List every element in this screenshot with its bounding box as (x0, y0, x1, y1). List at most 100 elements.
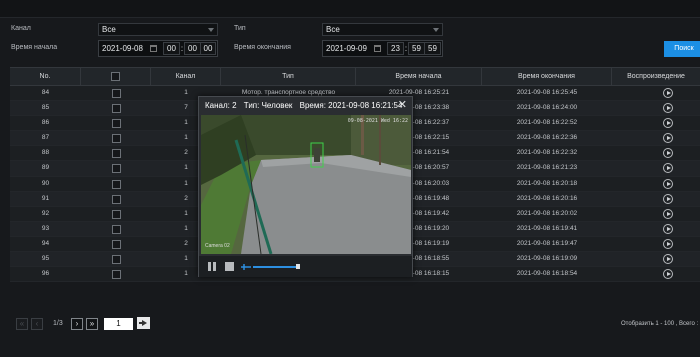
row-end-time: 2021-09-08 16:21:23 (516, 164, 578, 172)
start-datetime-field[interactable]: 2021-09-08 00 : 00 : 00 (98, 40, 218, 57)
row-number: 87 (41, 134, 50, 142)
search-button[interactable]: Поиск (664, 41, 700, 57)
pause-icon[interactable] (208, 262, 216, 271)
popup-type: Тип: Человек (243, 101, 293, 110)
header-playback: Воспроизведение (627, 73, 685, 80)
chevron-down-icon (433, 28, 439, 32)
next-page-button[interactable]: › (71, 318, 83, 330)
first-page-button[interactable]: « (16, 318, 28, 330)
play-icon[interactable] (663, 223, 673, 234)
stop-icon[interactable] (225, 262, 234, 271)
row-checkbox[interactable] (112, 239, 121, 249)
row-checkbox[interactable] (112, 179, 121, 189)
chevron-down-icon (208, 28, 214, 32)
play-icon[interactable] (663, 178, 673, 189)
play-icon[interactable] (663, 163, 673, 174)
row-checkbox[interactable] (112, 119, 121, 129)
row-number: 85 (41, 104, 50, 112)
type-select[interactable]: Все (322, 23, 443, 36)
popup-time: Время: 2021-09-08 16:21:54 (299, 101, 403, 110)
row-checkbox[interactable] (112, 164, 121, 174)
play-icon[interactable] (663, 148, 673, 159)
volume-slider[interactable] (253, 266, 297, 268)
row-end-time: 2021-09-08 16:19:09 (516, 255, 578, 263)
start-hour-field[interactable]: 00 (163, 42, 180, 55)
channel-select-value: Все (102, 25, 116, 34)
row-end-time: 2021-09-08 16:20:02 (516, 209, 578, 217)
go-to-page-button[interactable] (137, 317, 150, 329)
type-label: Тип (234, 25, 246, 32)
end-datetime-field[interactable]: 2021-09-09 23 : 59 : 59 (322, 40, 443, 57)
row-number: 86 (41, 119, 50, 127)
play-icon[interactable] (663, 193, 673, 204)
row-number: 92 (41, 209, 50, 217)
video-frame (201, 115, 411, 254)
row-checkbox[interactable] (112, 209, 121, 219)
row-end-time: 2021-09-08 16:20:18 (516, 179, 578, 187)
row-end-time: 2021-09-08 16:19:47 (516, 239, 578, 247)
play-icon[interactable] (663, 254, 673, 265)
row-number: 95 (41, 255, 50, 263)
close-icon[interactable]: ✕ (398, 100, 407, 111)
row-end-time: 2021-09-08 16:24:00 (516, 104, 578, 112)
header-end-time: Время окончания (482, 68, 612, 86)
end-minute-field[interactable]: 59 (408, 42, 425, 55)
row-checkbox[interactable] (112, 194, 121, 204)
row-checkbox[interactable] (112, 270, 121, 280)
header-no: No. (10, 68, 81, 86)
row-end-time: 2021-09-08 16:22:52 (516, 119, 578, 127)
start-time-label: Время начала (11, 44, 58, 51)
start-minute-field[interactable]: 00 (184, 42, 201, 55)
play-icon[interactable] (663, 118, 673, 129)
row-number: 94 (41, 239, 50, 247)
last-page-button[interactable]: » (86, 318, 98, 330)
play-icon[interactable] (663, 133, 673, 144)
page-count: 1/3 (53, 320, 63, 327)
video-camera-label: Camera 02 (205, 243, 230, 249)
row-checkbox[interactable] (112, 134, 121, 144)
pagination: « ‹ 1/3 › » 1 Отобразить 1 - 100 , Всего… (0, 312, 700, 334)
row-number: 84 (41, 89, 50, 96)
volume-icon[interactable] (240, 261, 252, 273)
row-end-time: 2021-09-08 16:25:45 (516, 89, 578, 96)
playback-popup: Канал: 2 Тип: Человек Время: 2021-09-08 … (198, 96, 413, 277)
popup-channel: Канал: 2 (205, 101, 237, 110)
row-checkbox[interactable] (112, 224, 121, 234)
header-type: Тип (221, 68, 356, 86)
page-number-input[interactable]: 1 (104, 318, 133, 330)
row-checkbox[interactable] (112, 104, 121, 114)
play-icon[interactable] (663, 238, 673, 249)
channel-select[interactable]: Все (98, 23, 218, 36)
play-icon[interactable] (663, 88, 673, 98)
play-icon[interactable] (663, 103, 673, 114)
calendar-icon[interactable] (374, 45, 381, 52)
row-number: 93 (41, 224, 50, 232)
end-hour-field[interactable]: 23 (387, 42, 404, 55)
volume-slider-handle[interactable] (296, 264, 300, 269)
end-date[interactable]: 2021-09-09 (326, 41, 367, 56)
select-all-checkbox[interactable] (111, 72, 120, 81)
calendar-icon[interactable] (150, 45, 157, 52)
play-icon[interactable] (663, 208, 673, 219)
prev-page-button[interactable]: ‹ (31, 318, 43, 330)
row-end-time: 2021-09-08 16:18:54 (516, 270, 578, 278)
row-end-time: 2021-09-08 16:20:16 (516, 194, 578, 202)
row-number: 91 (41, 194, 50, 202)
table-header: No. Канал Тип Время начала Время окончан… (10, 67, 700, 86)
results-summary: Отобразить 1 - 100 , Всего : (621, 321, 699, 327)
video-player[interactable]: 09-08-2021 Wed 16:22 Camera 02 (201, 115, 411, 254)
end-time-label: Время окончания (234, 44, 291, 51)
row-number: 90 (41, 179, 50, 187)
play-icon[interactable] (663, 269, 673, 280)
top-bar (0, 0, 700, 18)
row-end-time: 2021-09-08 16:22:32 (516, 149, 578, 157)
row-end-time: 2021-09-08 16:22:36 (516, 134, 578, 142)
row-checkbox[interactable] (112, 89, 121, 98)
row-checkbox[interactable] (112, 255, 121, 265)
start-date[interactable]: 2021-09-08 (102, 41, 143, 56)
row-number: 96 (41, 270, 50, 278)
row-checkbox[interactable] (112, 149, 121, 159)
end-second-field[interactable]: 59 (424, 42, 441, 55)
search-filters: Канал Все Тип Все Время начала 2021-09-0… (0, 18, 700, 62)
start-second-field[interactable]: 00 (200, 42, 216, 55)
